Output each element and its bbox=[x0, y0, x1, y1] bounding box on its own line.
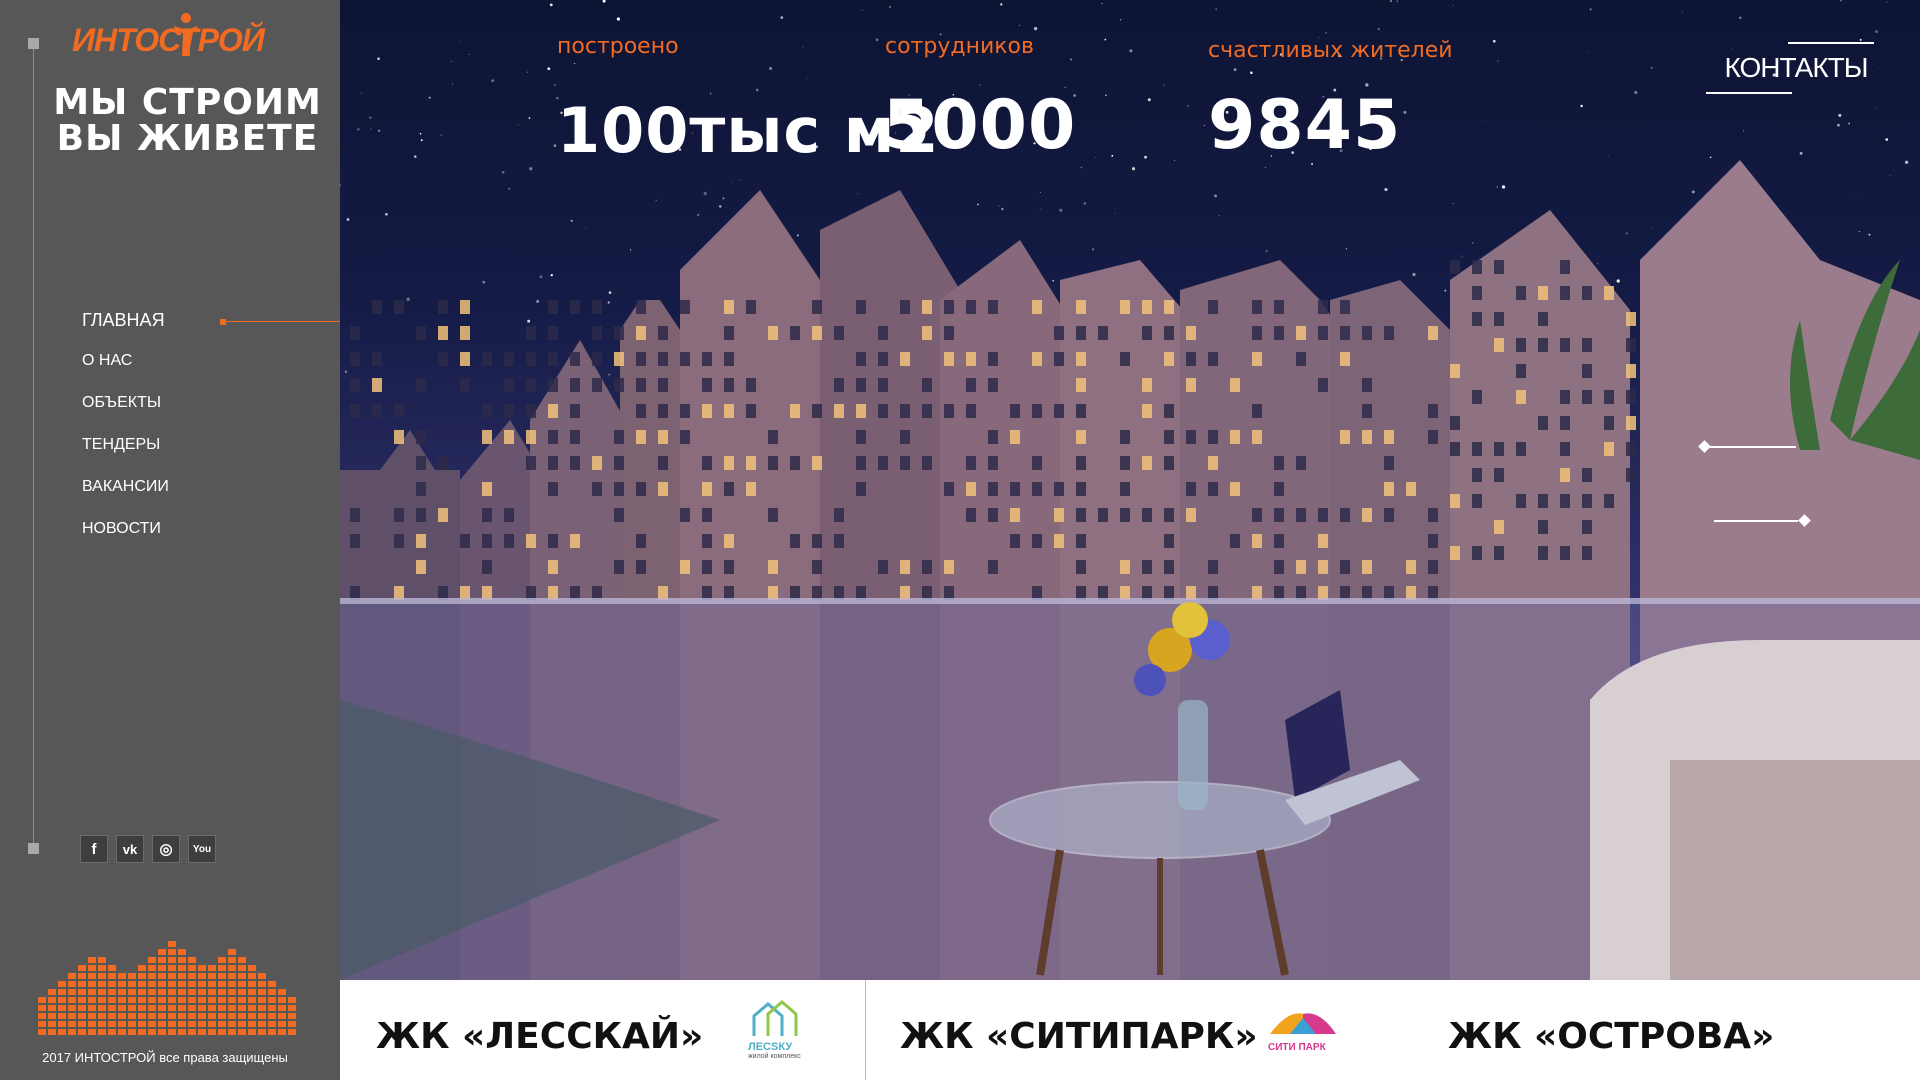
logo-figure-icon bbox=[174, 13, 198, 56]
instagram-icon[interactable]: ◎ bbox=[152, 835, 180, 863]
nav-item-tenders[interactable]: ТЕНДЕРЫ bbox=[82, 436, 169, 478]
project-citypark-title: ЖК «СИТИПАРК» bbox=[900, 1016, 1258, 1057]
slide-prev-control[interactable] bbox=[1698, 440, 1798, 454]
sidebar-decor-square-top bbox=[28, 38, 39, 49]
lessky-logo-text: ЛЕСSКУ bbox=[748, 1041, 792, 1053]
sidebar-decor-line bbox=[33, 42, 34, 850]
equalizer-skyline-graphic bbox=[38, 941, 296, 1035]
citypark-logo-icon: СИТИ ПАРК bbox=[1268, 1013, 1336, 1053]
project-lessky-title: ЖК «ЛЕССКАЙ» bbox=[376, 1016, 704, 1057]
stat-residents-value: 9845 bbox=[1208, 86, 1402, 165]
project-ostrova[interactable]: ЖК «ОСТРОВА» bbox=[1448, 980, 1848, 1080]
lessky-logo-subtext: жилой комплекс bbox=[748, 1052, 801, 1060]
main-nav: ГЛАВНАЯ О НАС ОБЪЕКТЫ ТЕНДЕРЫ ВАКАНСИИ Н… bbox=[82, 310, 169, 562]
social-links: f vk ◎ You bbox=[80, 835, 216, 863]
nav-item-vacancies[interactable]: ВАКАНСИИ bbox=[82, 478, 169, 520]
hero-slide: построено 100тыс м2 сотрудников 5000 сча… bbox=[340, 0, 1920, 980]
slogan-line-2: ВЫ ЖИВЕТЕ bbox=[56, 118, 319, 159]
lessky-logo-icon: ЛЕСSКУ жилой комплекс bbox=[748, 1000, 801, 1060]
citypark-logo-text: СИТИ ПАРК bbox=[1268, 1042, 1327, 1053]
contacts-decor-line-bottom bbox=[1706, 92, 1792, 94]
slogan-line-1: МЫ СТРОИМ bbox=[53, 82, 322, 123]
sidebar-decor-square-bottom bbox=[28, 843, 39, 854]
nav-item-home[interactable]: ГЛАВНАЯ bbox=[82, 310, 169, 352]
sidebar: ИНТОСТРОЙ МЫ СТРОИМ ВЫ ЖИВЕТЕ ГЛАВНАЯ О … bbox=[0, 0, 340, 1080]
youtube-icon[interactable]: You bbox=[188, 835, 216, 863]
project-divider bbox=[865, 980, 866, 1080]
contacts-decor-line-top bbox=[1788, 42, 1874, 44]
contacts-label: КОНТАКТЫ bbox=[1724, 52, 1868, 83]
vk-icon[interactable]: vk bbox=[116, 835, 144, 863]
project-ostrova-title: ЖК «ОСТРОВА» bbox=[1448, 1016, 1775, 1057]
project-citypark[interactable]: ЖК «СИТИПАРК» СИТИ ПАРК bbox=[900, 980, 1370, 1080]
stat-employees-label: сотрудников bbox=[885, 34, 1034, 59]
stat-built-label: построено bbox=[557, 34, 679, 59]
project-lessky[interactable]: ЖК «ЛЕССКАЙ» ЛЕСSКУ жилой комплекс bbox=[376, 980, 836, 1080]
nav-item-objects[interactable]: ОБЪЕКТЫ bbox=[82, 394, 169, 436]
stat-residents-label: счастливых жителей bbox=[1208, 38, 1453, 63]
projects-strip: ЖК «ЛЕССКАЙ» ЛЕСSКУ жилой комплекс ЖК «С… bbox=[340, 980, 1920, 1080]
logo[interactable]: ИНТОСТРОЙ bbox=[72, 12, 310, 62]
stat-employees-value: 5000 bbox=[883, 86, 1077, 165]
nav-item-news[interactable]: НОВОСТИ bbox=[82, 520, 169, 562]
nav-item-about[interactable]: О НАС bbox=[82, 352, 169, 394]
facebook-icon[interactable]: f bbox=[80, 835, 108, 863]
nav-active-indicator-line bbox=[226, 321, 340, 322]
contacts-link[interactable]: КОНТАКТЫ bbox=[1706, 42, 1906, 102]
nav-active-indicator-dot bbox=[220, 319, 226, 325]
copyright: 2017 ИНТОСТРОЙ все права защищены bbox=[42, 1050, 288, 1065]
logo-text: ИНТОСТРОЙ bbox=[72, 22, 265, 58]
slide-next-control[interactable] bbox=[1712, 514, 1812, 528]
